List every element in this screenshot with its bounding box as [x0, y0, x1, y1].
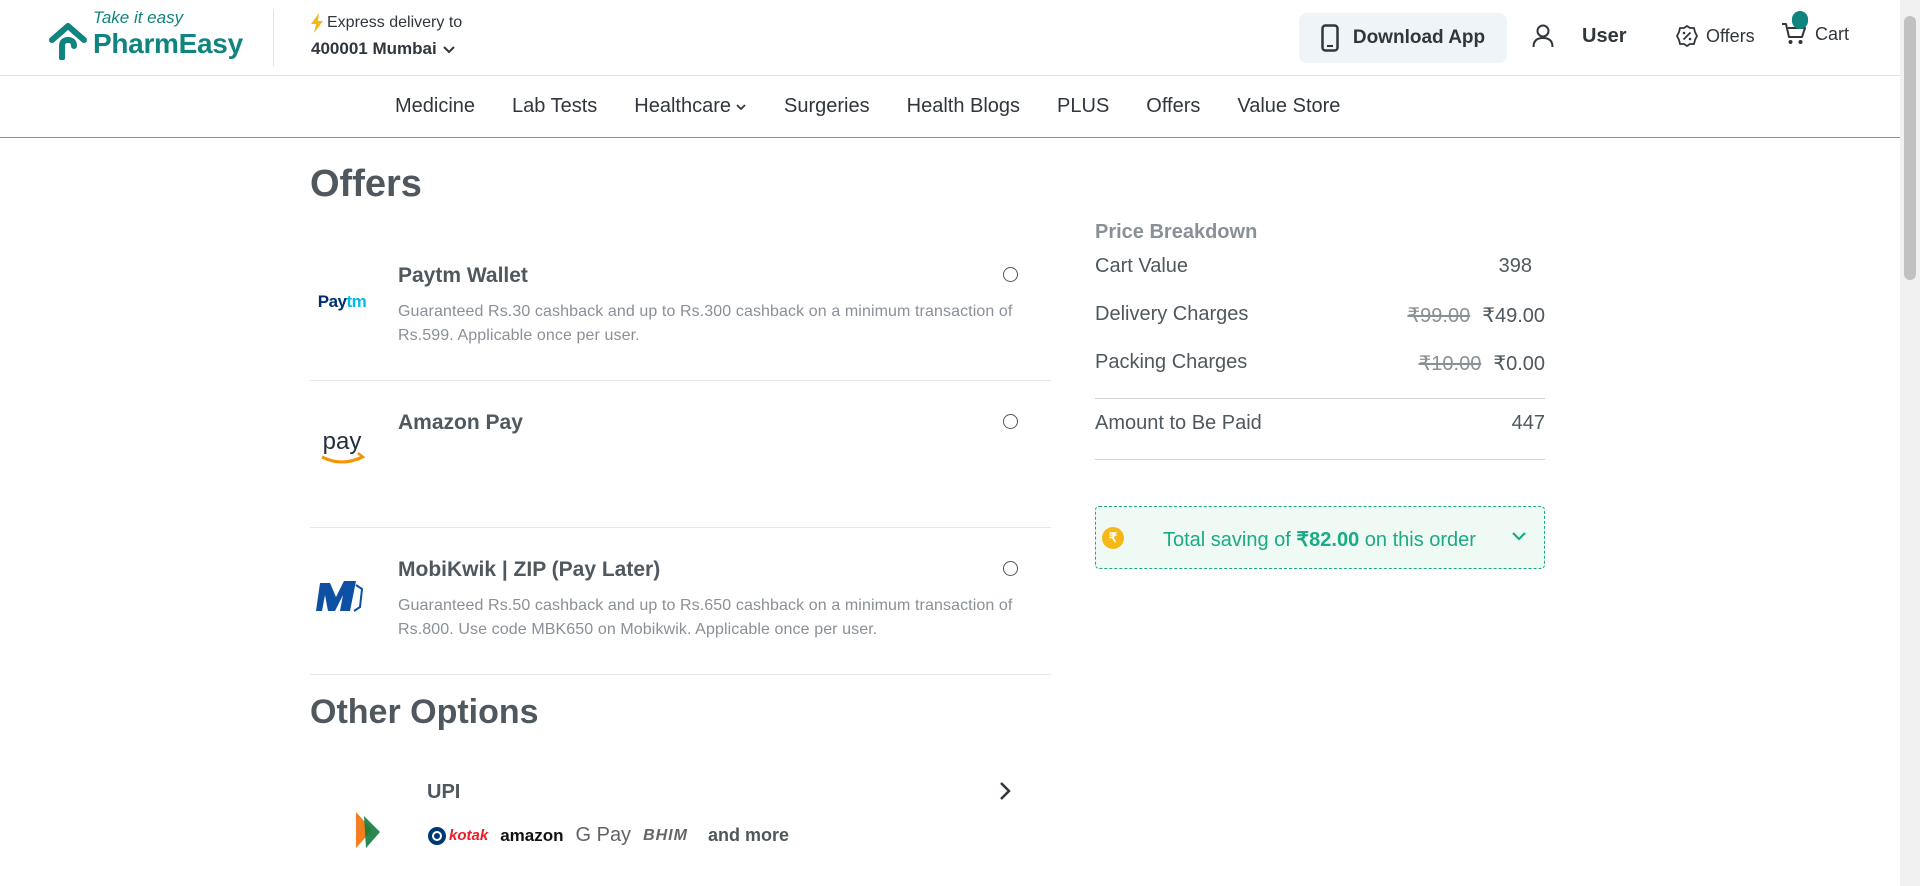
kotak-logo: kotak [427, 826, 488, 846]
amazon-logo: amazon [500, 825, 564, 845]
upi-name: UPI [427, 781, 461, 803]
cart-value: 398 [1498, 255, 1532, 277]
upi-option[interactable]: UPI kotak amazon G Pay BHIM and more [310, 768, 1051, 868]
download-app-button[interactable]: Download App [1299, 13, 1507, 63]
header-cart-link[interactable]: Cart [1781, 11, 1850, 46]
chevron-right-icon[interactable] [997, 780, 1013, 802]
offer-description: Guaranteed Rs.50 cashback and up to Rs.6… [398, 597, 1013, 638]
nav-item-healthcare-label: Healthcare [634, 95, 732, 117]
amazon-pay-logo: pay [310, 417, 374, 481]
cart-value-row: Cart Value 398 [1095, 240, 1545, 288]
cart-label: Cart [1815, 23, 1850, 44]
header-offers-link[interactable]: Offers [1676, 25, 1755, 47]
amount-to-pay-row: Amount to Be Paid 447 [1095, 397, 1545, 445]
offer-radio[interactable] [1003, 414, 1018, 429]
nav-item-value-store[interactable]: Value Store [1237, 95, 1340, 118]
mobikwik-logo [310, 564, 374, 628]
offer-item-mobikwik[interactable]: MobiKwik | ZIP (Pay Later) Guaranteed Rs… [310, 528, 1051, 675]
delivery-location: 400001 Mumbai [311, 39, 437, 58]
page-title: Offers [310, 163, 422, 205]
page-scrollbar[interactable] [1900, 0, 1920, 886]
svg-text:pay: pay [323, 429, 362, 455]
offer-item-paytm[interactable]: Paytm Paytm Wallet Guaranteed Rs.30 cash… [310, 234, 1051, 381]
logo-icon [49, 23, 87, 60]
main-nav: Medicine Lab Tests Healthcare Surgeries … [0, 77, 1900, 138]
offer-name: Amazon Pay [398, 411, 523, 434]
logo-tagline: Take it easy [93, 8, 184, 27]
delivery-new-price: ₹49.00 [1482, 305, 1545, 327]
delivery-old-price: ₹99.00 [1407, 305, 1471, 327]
lightning-icon [311, 13, 323, 33]
cart-value-label: Cart Value [1095, 255, 1189, 277]
packing-old-price: ₹10.00 [1418, 353, 1482, 375]
user-label: User [1582, 24, 1627, 47]
upi-more-label: and more [707, 825, 789, 845]
gpay-logo: G Pay [575, 824, 632, 846]
pharmeasy-logo[interactable]: Take it easy PharmEasy [48, 8, 248, 64]
amount-to-pay: 447 [1511, 412, 1545, 434]
scrollbar-thumb[interactable] [1904, 16, 1916, 280]
logo-brand: PharmEasy [93, 28, 243, 59]
chevron-down-icon [1512, 532, 1526, 541]
offer-name: Paytm Wallet [398, 264, 528, 287]
divider [1095, 459, 1545, 460]
offer-radio[interactable] [1003, 561, 1018, 576]
nav-item-medicine[interactable]: Medicine [395, 95, 475, 118]
delivery-charges-label: Delivery Charges [1095, 303, 1249, 325]
nav-item-offers[interactable]: Offers [1146, 95, 1200, 118]
packing-charges-label: Packing Charges [1095, 351, 1248, 373]
top-header: Take it easy PharmEasy Express delivery … [0, 0, 1900, 76]
nav-item-healthcare[interactable]: Healthcare [634, 95, 747, 118]
delivery-charges-row: Delivery Charges ₹99.00 ₹49.00 [1095, 288, 1545, 336]
paytm-logo: Paytm [317, 292, 367, 311]
nav-item-plus[interactable]: PLUS [1057, 95, 1109, 118]
nav-item-health-blogs[interactable]: Health Blogs [907, 95, 1020, 118]
user-menu[interactable]: User [1532, 24, 1626, 48]
offer-item-amazon-pay[interactable]: pay Amazon Pay [310, 381, 1051, 528]
other-options-title: Other Options [310, 693, 539, 731]
packing-charges-row: Packing Charges ₹10.00 ₹0.00 [1095, 336, 1545, 384]
delivery-location-picker[interactable]: Express delivery to 400001 Mumbai [311, 13, 462, 59]
download-app-label: Download App [1352, 27, 1486, 48]
chevron-down-icon [736, 103, 746, 110]
amount-to-pay-label: Amount to Be Paid [1095, 412, 1262, 434]
price-breakdown: Price Breakdown Cart Value 398 Delivery … [1095, 221, 1545, 460]
upi-logo [352, 810, 382, 855]
header-offers-label: Offers [1706, 25, 1755, 46]
total-saving-text: Total saving of ₹82.00 on this order [1163, 529, 1476, 551]
bhim-logo: BHIM [643, 826, 688, 844]
total-saving-banner[interactable]: ₹ Total saving of ₹82.00 on this order [1095, 506, 1545, 569]
phone-icon [1321, 24, 1339, 52]
offer-radio[interactable] [1003, 267, 1018, 282]
nav-item-lab-tests[interactable]: Lab Tests [512, 95, 597, 118]
total-saving-amount: ₹82.00 [1296, 529, 1360, 551]
upi-apps: kotak amazon G Pay BHIM and more [427, 824, 789, 847]
packing-new-price: ₹0.00 [1493, 353, 1545, 375]
delivery-label: Express delivery to [327, 14, 463, 31]
cart-count-badge [1792, 11, 1808, 29]
offer-badge-icon [1676, 25, 1698, 47]
offers-list: Paytm Paytm Wallet Guaranteed Rs.30 cash… [310, 234, 1051, 675]
chevron-down-icon [442, 46, 455, 54]
user-icon [1532, 24, 1554, 48]
offer-name: MobiKwik | ZIP (Pay Later) [398, 558, 661, 581]
rupee-coin-icon: ₹ [1102, 527, 1124, 549]
offer-description: Guaranteed Rs.30 cashback and up to Rs.3… [398, 303, 1013, 344]
nav-item-surgeries[interactable]: Surgeries [784, 95, 870, 118]
header-divider [273, 10, 274, 66]
